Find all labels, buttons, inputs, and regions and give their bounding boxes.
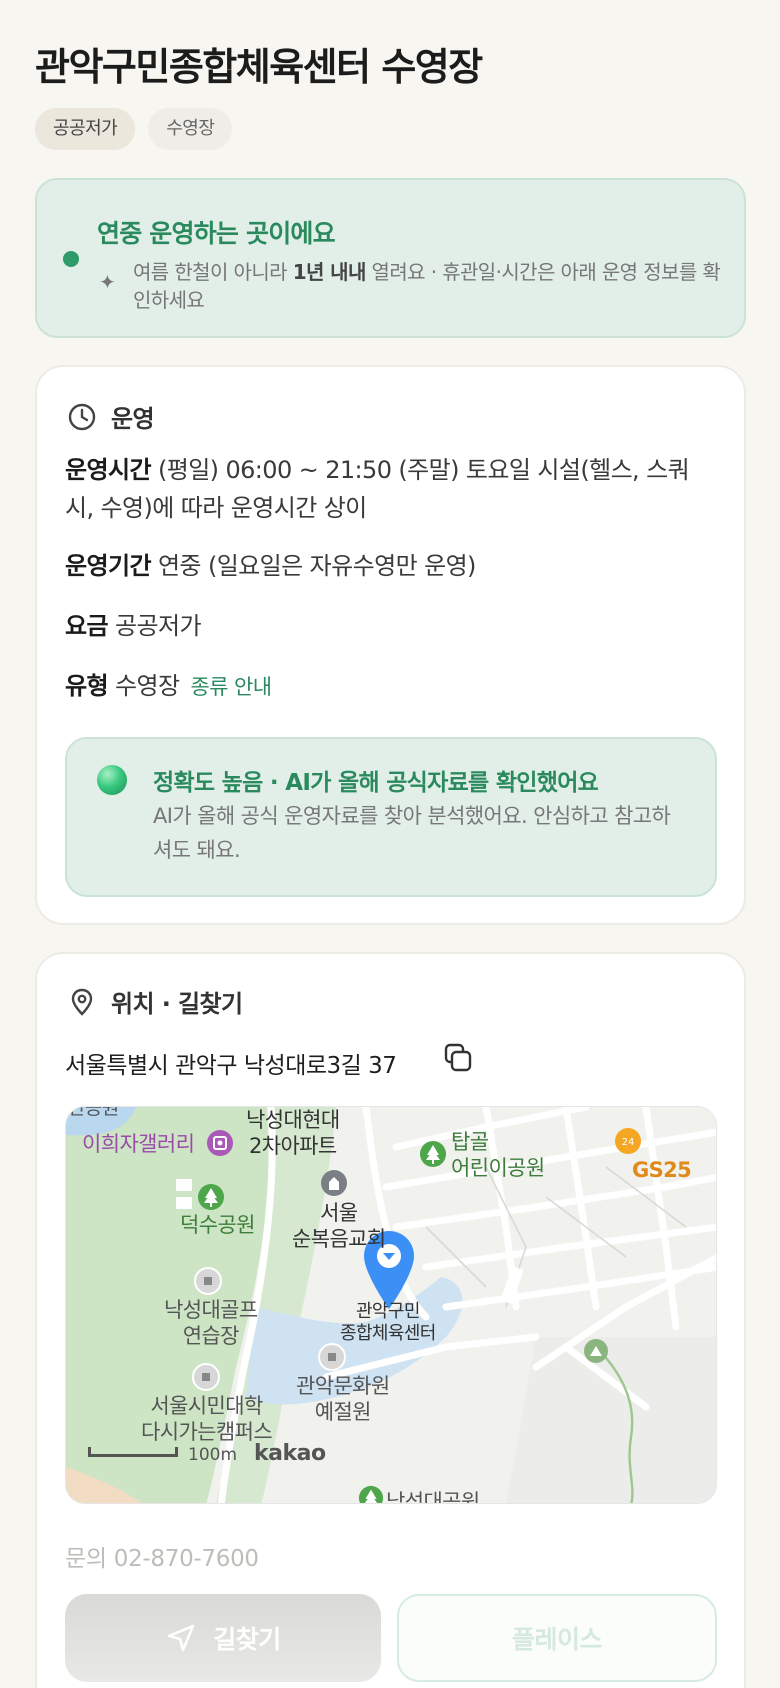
clock-icon — [68, 403, 96, 430]
ai-orb-icon — [97, 765, 127, 795]
address-text: 서울특별시 관악구 낙성대로3길 37 — [65, 1053, 397, 1079]
location-map[interactable]: 24 관공원 이희자갤러리 낙성대현대 2차아파트 탑골 어린이공원 GS25 … — [65, 1106, 717, 1504]
map-label-culture-center: 관악문화원 예절원 — [296, 1374, 390, 1424]
map-provider-logo: kakao — [254, 1441, 326, 1466]
map-label-bottom-park: 낙성대공원 — [386, 1490, 480, 1504]
map-label-top-cut: 관공원 — [68, 1106, 119, 1119]
map-label-gs25: GS25 — [632, 1158, 692, 1182]
banner-desc-bold: 1년 내내 — [292, 260, 367, 284]
location-card: 위치 · 길찾기 서울특별시 관악구 낙성대로3길 37 24 관공원 이희자갤… — [35, 952, 746, 1688]
operation-card: 운영 운영시간 (평일) 06:00 ~ 21:50 (주말) 토요일 시설(헬… — [35, 365, 746, 925]
fee-value: 공공저가 — [115, 612, 202, 640]
type-label: 유형 — [65, 672, 109, 700]
sparkle-icon: ✦ — [99, 270, 116, 294]
fee-row: 요금 공공저가 — [65, 607, 715, 645]
directions-button-label: 길찾기 — [213, 1625, 281, 1654]
map-label-gallery: 이희자갤러리 — [82, 1132, 195, 1156]
map-label-target-facility: 관악구민 종합체육센터 — [340, 1301, 436, 1344]
fee-label: 요금 — [65, 612, 109, 640]
banner-title: 연중 운영하는 곳이에요 — [97, 219, 336, 248]
park-icon-deoksu — [198, 1184, 224, 1210]
chip-price[interactable]: 공공저가 — [35, 108, 136, 150]
type-row: 유형 수영장 종류 안내 — [65, 667, 715, 706]
scale-bar-line — [88, 1447, 178, 1457]
ai-notice-title: 정확도 높음 · AI가 올해 공식자료를 확인했어요 — [153, 770, 599, 796]
scale-label: 100m — [188, 1445, 238, 1465]
directions-button[interactable]: 길찾기 — [65, 1594, 381, 1682]
poi-dot-icon-univ — [192, 1363, 220, 1391]
mountain-icon — [584, 1339, 608, 1363]
status-dot — [63, 251, 79, 267]
period-row: 운영기간 연중 (일요일은 자유수영만 운영) — [65, 547, 715, 585]
poi-dot-icon-culture — [318, 1343, 346, 1371]
map-label-golf: 낙성대골프 연습장 — [164, 1298, 258, 1348]
convenience-store-icon: 24 — [615, 1128, 641, 1154]
place-button-label: 플레이스 — [511, 1625, 603, 1654]
chip-type[interactable]: 수영장 — [148, 108, 233, 150]
ai-accuracy-notice: 정확도 높음 · AI가 올해 공식자료를 확인했어요 AI가 올해 공식 운영… — [65, 737, 717, 897]
park-icon-bottom — [358, 1485, 384, 1503]
location-header: 위치 · 길찾기 — [67, 984, 243, 1019]
map-scale-bar: 100m — [88, 1445, 237, 1465]
banner-description: 여름 한철이 아니라 1년 내내 열려요 · 휴관일·시간은 아래 운영 정보를… — [133, 258, 723, 314]
operation-section-label: 운영 — [111, 405, 155, 433]
map-label-tapgol-park: 탑골 어린이공원 — [451, 1130, 545, 1180]
period-value: 연중 (일요일은 자유수영만 운영) — [157, 552, 476, 580]
year-round-banner: 연중 운영하는 곳이에요 ✦ 여름 한철이 아니라 1년 내내 열려요 · 휴관… — [35, 178, 746, 338]
location-section-label: 위치 · 길찾기 — [111, 990, 243, 1018]
svg-text:24: 24 — [622, 1137, 635, 1148]
map-label-apartment: 낙성대현대 2차아파트 — [246, 1108, 340, 1158]
hours-label: 운영시간 — [65, 456, 152, 484]
gallery-icon — [207, 1130, 233, 1156]
facility-detail-page: 관악구민종합체육센터 수영장 공공저가 수영장 연중 운영하는 곳이에요 ✦ 여… — [0, 0, 780, 1688]
page-title: 관악구민종합체육센터 수영장 — [35, 45, 483, 89]
period-label: 운영기간 — [65, 552, 152, 580]
operation-header: 운영 — [67, 399, 155, 434]
poi-dot-icon-golf — [194, 1267, 222, 1295]
park-icon-tapgol — [420, 1141, 446, 1167]
church-icon — [321, 1170, 347, 1196]
map-label-citizen-univ: 서울시민대학 다시가는캠퍼스 — [141, 1394, 273, 1444]
navigation-arrow-icon — [167, 1624, 195, 1652]
ai-notice-description: AI가 올해 공식 운영자료를 찾아 분석했어요. 안심하고 참고하셔도 돼요. — [153, 804, 671, 862]
type-value: 수영장 — [115, 672, 180, 700]
banner-desc-pre: 여름 한철이 아니라 — [133, 260, 293, 284]
place-button[interactable]: 플레이스 — [397, 1594, 717, 1682]
copy-icon[interactable] — [442, 1042, 474, 1074]
tag-chips: 공공저가 수영장 — [35, 108, 233, 150]
location-pin-icon — [71, 988, 93, 1016]
map-label-deoksu-park: 덕수공원 — [180, 1213, 255, 1237]
hours-row: 운영시간 (평일) 06:00 ~ 21:50 (주말) 토요일 시설(헬스, … — [65, 451, 715, 527]
contact-phone[interactable]: 문의 02-870-7600 — [65, 1539, 259, 1573]
hours-value: (평일) 06:00 ~ 21:50 (주말) 토요일 시설(헬스, 스쿼시, … — [65, 456, 690, 522]
map-label-church: 서울 순복음교회 — [292, 1201, 386, 1251]
type-guide-link[interactable]: 종류 안내 — [190, 675, 272, 699]
